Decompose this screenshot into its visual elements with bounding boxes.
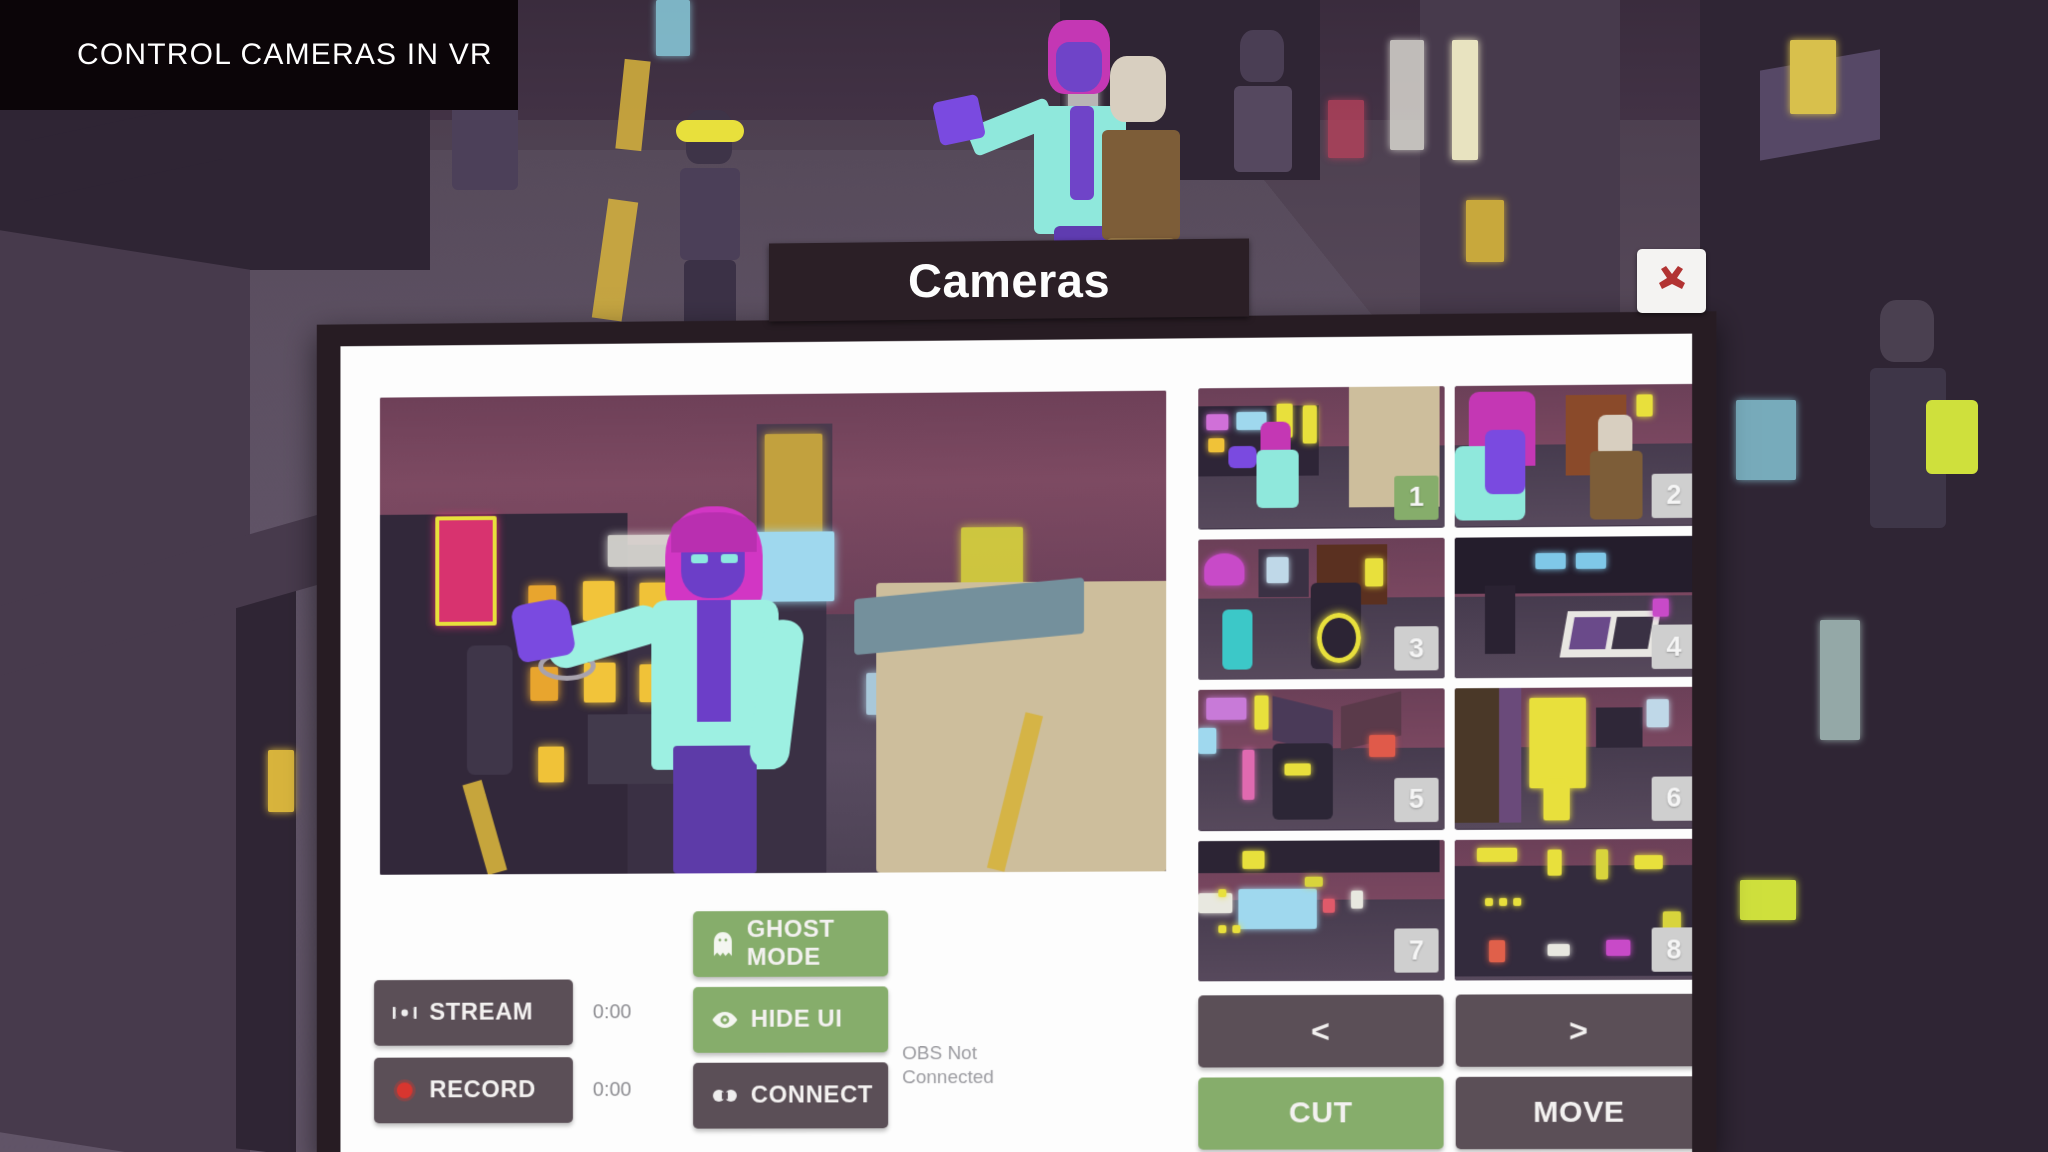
- neon-screen: [1736, 400, 1796, 480]
- preview-avatar-eye: [720, 554, 738, 564]
- record-dot-icon: [392, 1077, 418, 1103]
- neon-sign: [268, 750, 294, 812]
- neon-sign: [1790, 40, 1836, 114]
- stream-button[interactable]: STREAM: [374, 979, 574, 1046]
- camera-badge: 4: [1651, 624, 1693, 669]
- window-title-bar: Cameras: [769, 238, 1249, 322]
- caption-bar: CONTROL CAMERAS IN VR: [0, 0, 518, 110]
- neon-sign: [1820, 620, 1860, 740]
- neon-sign: [1328, 100, 1364, 158]
- plug-icon: [711, 1086, 739, 1106]
- cameras-panel: 1 2 3 4 5 6 7 8 STREAM 0:00 RECORD 0:00 …: [316, 311, 1717, 1152]
- camera-badge: 3: [1394, 626, 1439, 671]
- obs-status-text: OBS Not Connected: [902, 1043, 994, 1089]
- close-x-icon: [1658, 266, 1685, 289]
- neon-sign: [1740, 880, 1796, 920]
- preview-window: [538, 746, 565, 783]
- live-preview[interactable]: [379, 390, 1167, 875]
- neon-sign: [1452, 40, 1478, 160]
- record-button[interactable]: RECORD: [374, 1057, 574, 1124]
- move-label: MOVE: [1533, 1095, 1625, 1129]
- record-label: RECORD: [429, 1076, 536, 1104]
- preview-robot-npc: [466, 645, 513, 775]
- preview-avatar-eye: [691, 554, 708, 564]
- stream-label: STREAM: [429, 998, 534, 1026]
- camera-thumbnail-6[interactable]: 6: [1454, 686, 1693, 830]
- hide-ui-button[interactable]: HIDE UI: [693, 986, 889, 1053]
- camera-thumbnail-2[interactable]: 2: [1454, 383, 1693, 528]
- cut-label: CUT: [1288, 1096, 1353, 1130]
- broadcast-controls: STREAM 0:00 RECORD 0:00: [374, 979, 632, 1124]
- caption-text: CONTROL CAMERAS IN VR: [77, 38, 493, 71]
- camera-thumbnail-5[interactable]: 5: [1198, 688, 1445, 831]
- cameras-panel-body: 1 2 3 4 5 6 7 8 STREAM 0:00 RECORD 0:00 …: [340, 333, 1693, 1152]
- camera-thumbnail-8[interactable]: 8: [1454, 838, 1693, 981]
- move-button[interactable]: MOVE: [1455, 1076, 1693, 1150]
- camera-badge: 8: [1651, 927, 1693, 972]
- camera-nav-controls: < > CUT MOVE: [1198, 993, 1693, 1150]
- eye-icon: [711, 1010, 739, 1030]
- ghost-mode-label: GHOST MODE: [746, 915, 835, 971]
- camera-badge: 1: [1394, 475, 1439, 520]
- cut-button[interactable]: CUT: [1198, 1076, 1444, 1150]
- connect-label: CONNECT: [750, 1081, 874, 1109]
- camera-badge: 6: [1651, 775, 1693, 821]
- screenshot-root: CONTROL CAMERAS IN VR Cameras 1 2 3 4 5 …: [0, 0, 2048, 1152]
- camera-thumbnail-1[interactable]: 1: [1198, 386, 1445, 530]
- prev-camera-label: <: [1311, 1012, 1331, 1049]
- ghost-mode-button[interactable]: GHOST MODE: [693, 910, 889, 978]
- camera-thumbnail-4[interactable]: 4: [1454, 535, 1693, 679]
- preview-avatar-fringe: [671, 511, 757, 553]
- broadcast-icon: [392, 1003, 418, 1023]
- next-camera-label: >: [1569, 1011, 1589, 1048]
- camera-badge: 7: [1394, 928, 1439, 973]
- camera-thumbnail-3[interactable]: 3: [1198, 537, 1445, 680]
- neon-sign: [656, 0, 690, 56]
- record-timer: 0:00: [592, 1078, 632, 1101]
- camera-thumbnail-7[interactable]: 7: [1198, 839, 1445, 982]
- stream-timer: 0:00: [592, 1000, 632, 1023]
- close-button[interactable]: [1637, 249, 1706, 313]
- background-building: [1700, 0, 2048, 1152]
- connect-button[interactable]: CONNECT: [693, 1062, 889, 1129]
- camera-badge: 5: [1394, 777, 1439, 822]
- stream-row: STREAM 0:00: [374, 979, 632, 1046]
- preview-avatar-skirt: [673, 745, 757, 874]
- ghost-icon: [711, 931, 735, 957]
- background-building: [236, 556, 296, 1152]
- camera-thumbnail-grid: 1 2 3 4 5 6 7 8: [1198, 383, 1693, 982]
- next-camera-button[interactable]: >: [1455, 993, 1693, 1067]
- hide-ui-label: HIDE UI: [750, 1005, 843, 1033]
- mode-controls: GHOST MODE HIDE UI CONNECT: [693, 910, 889, 1129]
- background-building: [0, 230, 250, 1152]
- camera-badge: 2: [1651, 472, 1693, 518]
- prev-camera-button[interactable]: <: [1198, 994, 1444, 1068]
- neon-sign: [1466, 200, 1504, 262]
- preview-neon-sign: [435, 516, 497, 626]
- page-title: Cameras: [907, 253, 1111, 307]
- record-row: RECORD 0:00: [374, 1057, 632, 1124]
- neon-sign: [1390, 40, 1424, 150]
- preview-avatar-glove: [509, 596, 577, 664]
- preview-avatar-chest: [697, 599, 731, 722]
